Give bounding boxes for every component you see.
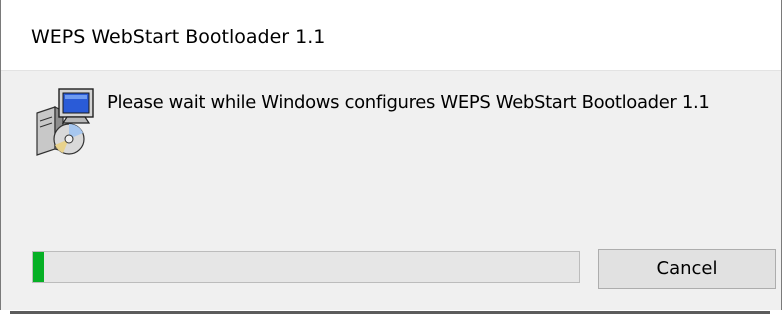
progress-bar: [32, 251, 580, 283]
progress-bar-fill: [33, 252, 44, 282]
window-title: WEPS WebStart Bootloader 1.1: [31, 26, 326, 48]
installer-dialog: WEPS WebStart Bootloader 1.1 Please wait…: [0, 0, 782, 314]
installer-icon: [33, 87, 99, 157]
cancel-button[interactable]: Cancel: [598, 249, 776, 289]
status-message: Please wait while Windows configures WEP…: [107, 92, 710, 113]
title-bar[interactable]: WEPS WebStart Bootloader 1.1: [1, 0, 781, 71]
